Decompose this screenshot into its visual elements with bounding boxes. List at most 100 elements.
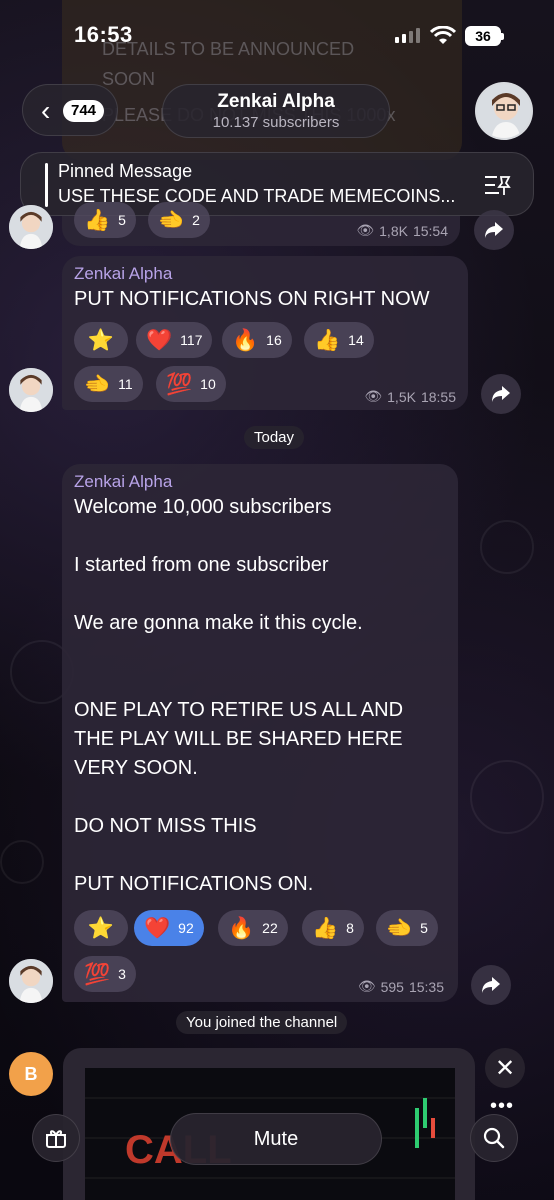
reaction-chip[interactable]: 🫲 11 [74,366,143,402]
eye-icon: 👁 [356,222,375,238]
reaction-chip-selected[interactable]: ❤️ 92 [134,910,204,946]
view-count: 1,8K [379,222,408,239]
close-button[interactable]: ✕ [485,1048,525,1088]
reaction-count: 11 [118,376,133,392]
reaction-count: 16 [266,332,282,348]
text-line [74,580,403,609]
text-line: VERY SOON. [74,757,198,779]
text-line [74,841,403,870]
mute-button[interactable]: Mute [170,1113,382,1165]
reaction-chip[interactable]: 👍 14 [304,322,374,358]
service-message: You joined the channel [176,1011,348,1034]
search-button[interactable] [470,1114,518,1162]
search-icon [483,1127,505,1149]
reaction-chip[interactable]: 🔥 16 [222,322,292,358]
gift-icon [46,1130,66,1148]
forward-button[interactable] [471,965,511,1005]
message-time: 18:55 [420,388,456,405]
message-meta: 👁 595 15:35 [358,978,444,995]
reaction-emoji: 💯 [84,962,111,986]
reaction-count: 5 [420,920,428,936]
reaction-emoji: ⭐ [87,916,115,940]
message-bubble[interactable]: Zenkai Alpha PUT NOTIFICATIONS ON RIGHT … [62,256,468,410]
share-icon [482,977,500,993]
wifi-icon [430,26,456,44]
reaction-count: 92 [178,920,194,936]
reaction-count: 8 [346,920,354,936]
reaction-count: 10 [200,376,216,392]
message-time: 15:35 [408,978,444,995]
battery-icon: 36 [465,26,504,46]
reaction-chip[interactable]: 🫲 2 [148,202,210,238]
pinned-indicator [45,163,48,207]
sender-avatar[interactable] [9,368,53,412]
reaction-count: 2 [192,212,200,228]
unread-count-badge: 744 [63,100,105,122]
reaction-emoji: ❤️ [144,916,171,940]
text-line: THE PLAY WILL BE SHARED HERE [74,728,403,750]
forward-button[interactable] [474,210,514,250]
doodle-pattern [0,840,44,884]
sender-avatar[interactable] [9,205,53,249]
message-time: 15:54 [412,222,448,239]
forward-button[interactable] [481,374,521,414]
text-line [74,638,403,667]
reaction-emoji: 💯 [166,372,193,396]
message-bubble[interactable]: Zenkai Alpha Welcome 10,000 subscribers … [62,464,458,1002]
reaction-emoji: 🫲 [84,372,111,396]
message-meta: 👁 1,5K 18:55 [364,388,456,405]
reaction-chip[interactable]: 🔥 22 [218,910,288,946]
reaction-count: 22 [262,920,278,936]
reaction-count: 117 [180,332,203,348]
close-icon: ✕ [494,1054,516,1082]
reaction-chip[interactable]: ⭐ [74,910,128,946]
reaction-emoji: 🫲 [386,916,413,940]
channel-name: Zenkai Alpha [217,91,335,112]
reaction-emoji: 👍 [84,208,111,232]
message-text: Welcome 10,000 subscribers I started fro… [74,493,403,899]
reaction-emoji: ❤️ [146,328,173,352]
reaction-count: 14 [348,332,364,348]
doodle-pattern [480,520,534,574]
text-line: I started from one subscriber [74,554,329,576]
sender-name: Zenkai Alpha [74,264,173,283]
reaction-chip[interactable]: ⭐ [74,322,128,358]
subscriber-count: 10.137 subscribers [212,114,340,131]
reaction-emoji: 👍 [312,916,339,940]
message-text: PUT NOTIFICATIONS ON RIGHT NOW [74,288,430,310]
view-count: 595 [380,978,404,995]
reaction-emoji: 👍 [314,328,341,352]
reaction-chip[interactable]: 🫲 5 [376,910,438,946]
sender-name: Zenkai Alpha [74,472,173,491]
back-button[interactable]: ‹ 744 [22,84,118,136]
doodle-pattern [470,760,544,834]
reaction-chip[interactable]: ❤️ 117 [136,322,213,358]
gift-button[interactable] [32,1114,80,1162]
reaction-count: 3 [118,966,126,982]
text-line: DO NOT MISS THIS [74,815,257,837]
text-line: PUT NOTIFICATIONS ON. [74,873,314,895]
reaction-chip[interactable]: 💯 3 [74,956,136,992]
channel-avatar[interactable] [475,82,533,140]
channel-title[interactable]: Zenkai Alpha 10.137 subscribers [162,84,390,138]
reaction-emoji: 🔥 [232,328,259,352]
message-bubble[interactable]: 👍 5 🫲 2 👁 1,8K 15:54 [62,202,460,246]
message-meta: 👁 1,8K 15:54 [356,222,448,239]
share-icon [485,222,503,238]
pin-list-icon[interactable] [483,173,511,197]
reaction-emoji: 🫲 [158,208,185,232]
reaction-chip[interactable]: 💯 10 [156,366,226,402]
text-line [74,667,403,696]
text-line: We are gonna make it this cycle. [74,612,363,634]
chevron-left-icon: ‹ [41,95,51,126]
eye-icon: 👁 [364,388,383,404]
sender-avatar[interactable]: B [9,1052,53,1096]
sender-avatar[interactable] [9,959,53,1003]
status-time: 16:53 [74,22,133,47]
status-bar: 16:53 36 [0,0,554,70]
reaction-chip[interactable]: 👍 5 [74,202,136,238]
share-icon [492,386,510,402]
reaction-chip[interactable]: 👍 8 [302,910,364,946]
reaction-emoji: 🔥 [228,916,255,940]
eye-icon: 👁 [357,978,376,994]
